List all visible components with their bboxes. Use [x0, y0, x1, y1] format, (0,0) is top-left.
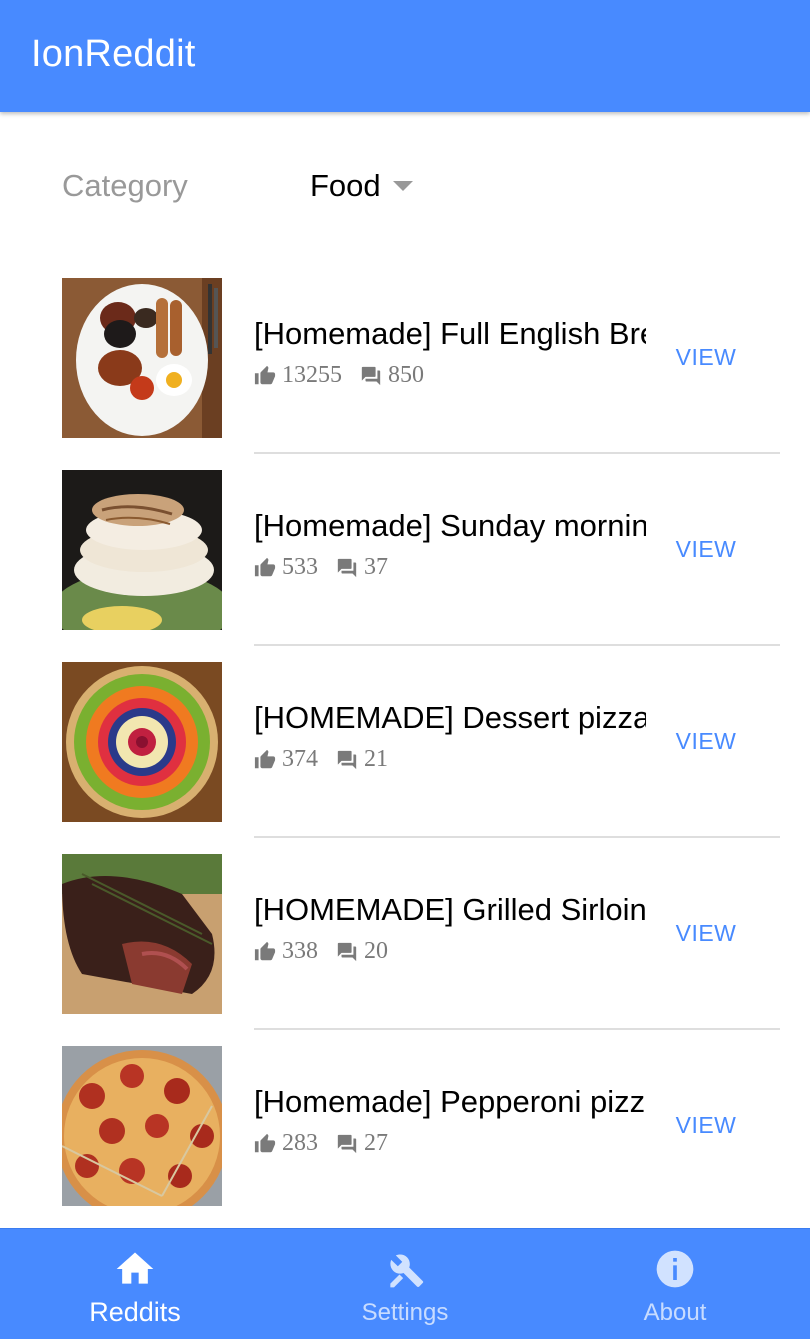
post-title: [Homemade] Full English Breakfast [254, 316, 646, 351]
home-icon [116, 1252, 154, 1284]
thumbs-up-icon [254, 749, 276, 768]
post-title: [Homemade] Sunday morning pancakes [254, 508, 646, 543]
view-button[interactable]: VIEW [666, 1112, 746, 1139]
category-filter: Category Food [0, 112, 810, 262]
tab-settings[interactable]: Settings [270, 1229, 540, 1339]
post-meta: 283 27 [254, 1130, 388, 1157]
dessert-pizza-image [62, 662, 222, 822]
tab-about[interactable]: About [540, 1229, 810, 1339]
comments-count: 37 [364, 554, 388, 580]
post-title: [HOMEMADE] Dessert pizza [254, 700, 646, 735]
list-item: [Homemade] Full English Breakfast 13255 … [0, 262, 810, 454]
app-toolbar: IonReddit [0, 0, 810, 112]
post-thumbnail [62, 662, 222, 822]
comments-count: 21 [364, 746, 388, 772]
post-thumbnail [62, 1046, 222, 1206]
likes-count: 13255 [282, 362, 342, 388]
list-item: [Homemade] Sunday morning pancakes 533 3… [0, 454, 810, 646]
likes-count: 338 [282, 938, 318, 964]
view-button[interactable]: VIEW [666, 536, 746, 563]
dropdown-caret-icon [392, 181, 413, 191]
sirloin-image [62, 854, 222, 1014]
view-button[interactable]: VIEW [666, 920, 746, 947]
post-meta: 374 21 [254, 746, 388, 773]
post-title: [Homemade] Pepperoni pizza [254, 1084, 646, 1119]
info-icon [656, 1250, 694, 1288]
comments-count: 20 [364, 938, 388, 964]
view-button[interactable]: VIEW [666, 344, 746, 371]
comments-count: 850 [388, 362, 424, 388]
comments-icon [337, 942, 357, 961]
post-thumbnail [62, 278, 222, 438]
category-select[interactable]: Food [310, 166, 413, 206]
tab-reddits[interactable]: Reddits [0, 1229, 270, 1339]
likes-count: 283 [282, 1130, 318, 1156]
category-label: Category [62, 168, 188, 203]
view-button[interactable]: VIEW [666, 728, 746, 755]
app-title: IonReddit [31, 33, 196, 75]
post-meta: 533 37 [254, 554, 388, 581]
list-item: [HOMEMADE] Grilled Sirloin 338 20 VIEW [0, 838, 810, 1030]
comments-icon [361, 366, 381, 385]
post-thumbnail [62, 854, 222, 1014]
post-thumbnail [62, 470, 222, 630]
comments-icon [337, 750, 357, 769]
likes-count: 374 [282, 746, 318, 772]
thumbs-up-icon [254, 557, 276, 576]
category-select-value: Food [310, 168, 381, 203]
list-item: [HOMEMADE] Dessert pizza 374 21 VIEW [0, 646, 810, 838]
post-meta: 338 20 [254, 938, 388, 965]
tab-label: Reddits [89, 1297, 181, 1327]
tab-label: About [643, 1299, 707, 1326]
post-list: [Homemade] Full English Breakfast 13255 … [0, 262, 810, 1222]
post-meta: 13255 850 [254, 362, 424, 389]
tools-icon [390, 1254, 424, 1288]
thumbs-up-icon [254, 941, 276, 960]
comments-count: 27 [364, 1130, 388, 1156]
thumbs-up-icon [254, 1133, 276, 1152]
comments-icon [337, 1134, 357, 1153]
thumbs-up-icon [254, 365, 276, 384]
pepperoni-pizza-image [62, 1046, 222, 1206]
post-title: [HOMEMADE] Grilled Sirloin [254, 892, 646, 927]
tab-label: Settings [361, 1299, 449, 1326]
breakfast-image [62, 278, 222, 438]
list-item: [Homemade] Pepperoni pizza 283 27 VIEW [0, 1030, 810, 1222]
bottom-tab-bar: Reddits Settings About [0, 1228, 810, 1339]
comments-icon [337, 558, 357, 577]
likes-count: 533 [282, 554, 318, 580]
pancakes-image [62, 470, 222, 630]
